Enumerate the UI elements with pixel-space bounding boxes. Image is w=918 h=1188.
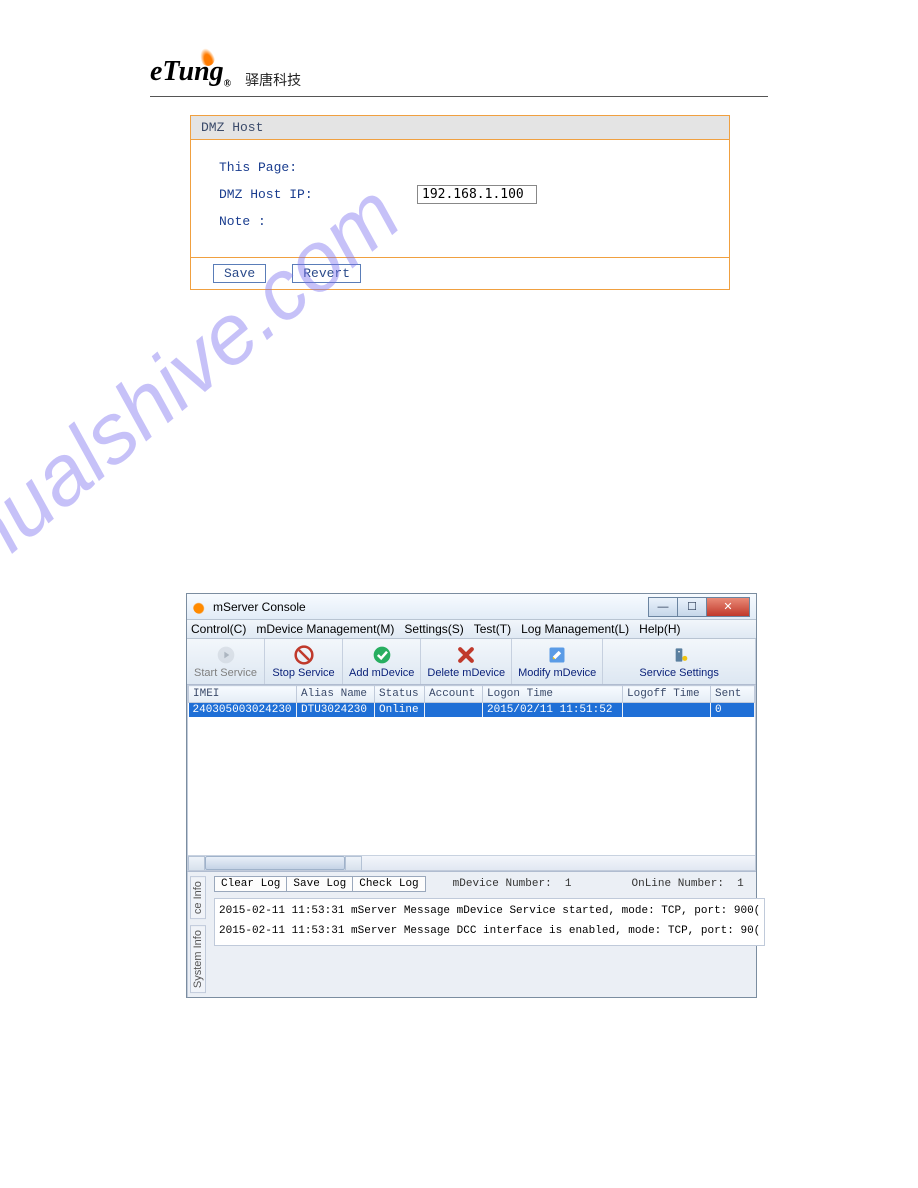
cell-logon-time: 2015/02/11 11:51:52 (483, 703, 623, 718)
toolbar: Start Service Stop Service Add mDevice D… (187, 639, 756, 685)
page-header: eTung® 驿唐科技 (150, 58, 768, 97)
modify-mdevice-button[interactable]: Modify mDevice (512, 639, 603, 684)
menu-settings[interactable]: Settings(S) (404, 622, 463, 636)
menubar: Control(C) mDevice Management(M) Setting… (187, 620, 756, 639)
pencil-icon (547, 645, 567, 665)
maximize-button[interactable]: ☐ (677, 597, 707, 617)
online-number: OnLine Number: 1 (632, 878, 744, 890)
menu-mdevice-management[interactable]: mDevice Management(M) (256, 622, 394, 636)
check-log-button[interactable]: Check Log (352, 876, 425, 892)
device-table: IMEI Alias Name Status Account Logon Tim… (188, 685, 755, 717)
delete-mdevice-label: Delete mDevice (427, 667, 505, 679)
scrollbar-thumb[interactable] (205, 856, 345, 870)
start-service-label: Start Service (194, 667, 257, 679)
col-status[interactable]: Status (375, 686, 425, 703)
bottom-content: Clear Log Save Log Check Log mDevice Num… (208, 872, 771, 997)
menu-log-management[interactable]: Log Management(L) (521, 622, 629, 636)
cell-alias-name: DTU3024230 (297, 703, 375, 718)
this-page-label: This Page: (219, 160, 409, 175)
dmz-note-label: Note : (219, 214, 409, 229)
side-tabs: System Info ce Info (187, 872, 208, 997)
clear-log-button[interactable]: Clear Log (214, 876, 287, 892)
col-account[interactable]: Account (425, 686, 483, 703)
service-settings-button[interactable]: Service Settings (603, 639, 756, 684)
dmz-panel: DMZ Host This Page: DMZ Host IP: Note : … (190, 115, 730, 290)
table-row[interactable]: 240305003024230 DTU3024230 Online 2015/0… (189, 703, 755, 718)
save-log-button[interactable]: Save Log (286, 876, 353, 892)
menu-help[interactable]: Help(H) (639, 622, 680, 636)
add-mdevice-label: Add mDevice (349, 667, 414, 679)
tab-ice-info[interactable]: ce Info (190, 876, 206, 919)
service-settings-label: Service Settings (639, 667, 718, 679)
minimize-button[interactable]: — (648, 597, 678, 617)
dmz-ip-label: DMZ Host IP: (219, 187, 409, 202)
cell-status: Online (375, 703, 425, 718)
stop-service-label: Stop Service (272, 667, 334, 679)
stop-service-button[interactable]: Stop Service (265, 639, 343, 684)
dmz-body: This Page: DMZ Host IP: Note : (191, 140, 729, 257)
window-title: mServer Console (213, 600, 643, 614)
dmz-title: DMZ Host (191, 116, 729, 140)
col-logoff-time[interactable]: Logoff Time (623, 686, 711, 703)
stop-icon (294, 645, 314, 665)
server-icon (669, 645, 689, 665)
col-logon-time[interactable]: Logon Time (483, 686, 623, 703)
x-icon (456, 645, 476, 665)
check-icon (372, 645, 392, 665)
mserver-console-window: mServer Console — ☐ ✕ Control(C) mDevice… (186, 593, 757, 998)
start-service-button[interactable]: Start Service (187, 639, 265, 684)
titlebar[interactable]: mServer Console — ☐ ✕ (187, 594, 756, 620)
cell-account (425, 703, 483, 718)
bottom-area: System Info ce Info Clear Log Save Log C… (187, 871, 756, 997)
logo-subtitle: 驿唐科技 (245, 70, 301, 90)
col-imei[interactable]: IMEI (189, 686, 297, 703)
app-icon (193, 600, 207, 614)
horizontal-scrollbar[interactable] (188, 855, 755, 870)
menu-control[interactable]: Control(C) (191, 622, 246, 636)
col-sent[interactable]: Sent (711, 686, 755, 703)
close-button[interactable]: ✕ (706, 597, 750, 617)
save-button[interactable]: Save (213, 264, 266, 283)
add-mdevice-button[interactable]: Add mDevice (343, 639, 421, 684)
device-table-container: IMEI Alias Name Status Account Logon Tim… (187, 685, 756, 871)
delete-mdevice-button[interactable]: Delete mDevice (421, 639, 512, 684)
mdevice-number: mDevice Number: 1 (453, 878, 572, 890)
cell-sent: 0 (711, 703, 755, 718)
log-line: 2015-02-11 11:53:31 mServer Message DCC … (219, 922, 760, 942)
menu-test[interactable]: Test(T) (474, 622, 511, 636)
log-output: 2015-02-11 11:53:31 mServer Message mDev… (214, 898, 765, 946)
play-icon (216, 645, 236, 665)
log-line: 2015-02-11 11:53:31 mServer Message mDev… (219, 902, 760, 922)
logo-registered: ® (224, 79, 231, 90)
logo: eTung® (150, 58, 231, 90)
revert-button[interactable]: Revert (292, 264, 361, 283)
cell-logoff-time (623, 703, 711, 718)
col-alias-name[interactable]: Alias Name (297, 686, 375, 703)
modify-mdevice-label: Modify mDevice (518, 667, 596, 679)
cell-imei: 240305003024230 (189, 703, 297, 718)
dmz-ip-input[interactable] (417, 185, 537, 204)
tab-system-info[interactable]: System Info (190, 925, 206, 993)
